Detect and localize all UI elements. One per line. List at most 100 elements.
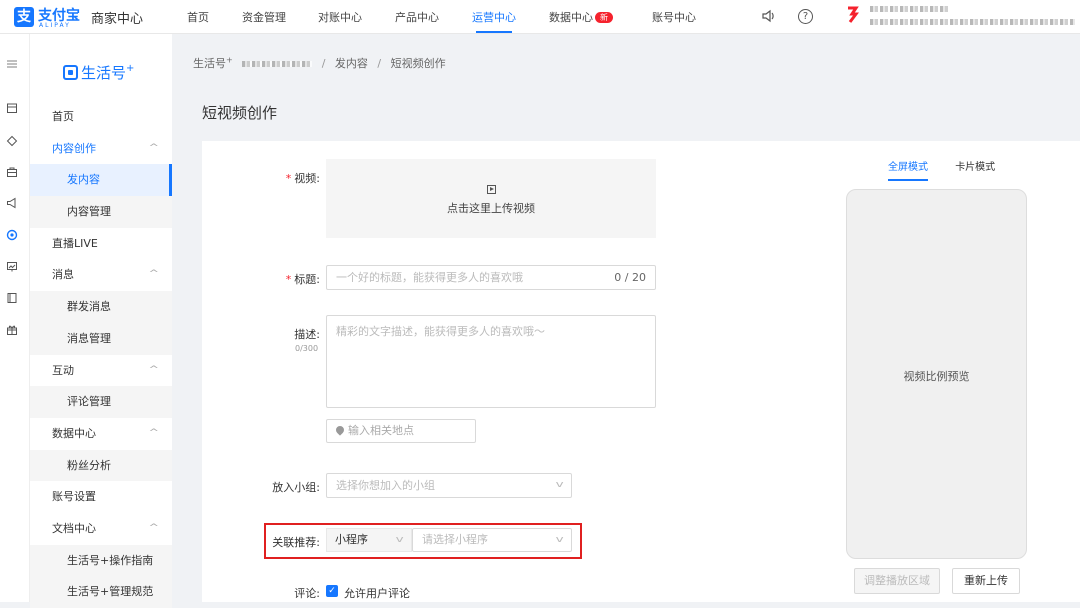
related-type-select[interactable]: 小程序 v	[326, 528, 412, 552]
tag-icon[interactable]	[5, 135, 19, 149]
sidebar-item-data-center[interactable]: 数据中心 ^	[30, 418, 172, 450]
comment-label: 评论:	[294, 587, 320, 600]
sidebar-item-message-management[interactable]: 消息管理	[30, 322, 172, 355]
sidebar-item-rules[interactable]: 生活号+管理规范	[30, 576, 172, 608]
chevron-up-icon: ^	[148, 269, 160, 280]
sidebar-item-fan-analysis[interactable]: 粉丝分析	[30, 449, 172, 482]
sidebar-item-content-management[interactable]: 内容管理	[30, 196, 172, 228]
preview-placeholder: 视频比例预览	[903, 370, 970, 383]
sidebar-item-messages[interactable]: 消息 ^	[30, 259, 172, 291]
nav-reconciliation[interactable]: 对账中心	[318, 9, 362, 25]
chevron-down-icon: v	[555, 535, 564, 545]
phone-preview: 视频比例预览	[846, 189, 1027, 559]
form-card: * 视频: 点击这里上传视频 * 标题: 一个好的标题，能获得更多人的喜欢哦 0 /…	[202, 141, 1080, 602]
chart-screen-icon[interactable]	[5, 261, 19, 275]
title-input[interactable]: 一个好的标题，能获得更多人的喜欢哦 0 / 20	[326, 265, 656, 290]
chevron-up-icon: ^	[148, 364, 160, 375]
desc-label: 描述:	[294, 328, 320, 341]
related-type-value: 小程序	[335, 533, 368, 546]
related-label: 关联推荐:	[272, 536, 320, 549]
merchant-center-title[interactable]: 商家中心	[91, 8, 143, 27]
breadcrumb-publish[interactable]: 发内容	[335, 57, 368, 70]
brand-logo[interactable]: 生活号+	[63, 62, 134, 84]
mini-program-select[interactable]: 请选择小程序 v	[412, 528, 572, 552]
desc-placeholder: 精彩的文字描述，能获得更多人的喜欢哦～	[336, 325, 545, 338]
speaker-icon[interactable]	[760, 8, 778, 26]
page-title: 短视频创作	[202, 104, 278, 122]
breadcrumb-separator: /	[321, 57, 326, 70]
chevron-up-icon: ^	[148, 427, 160, 438]
briefcase-icon[interactable]	[5, 166, 19, 180]
title-label-text: 标题:	[294, 273, 320, 286]
desc-char-counter: 0/300	[295, 344, 319, 353]
breadcrumb-account-redacted	[242, 61, 313, 67]
gift-icon[interactable]	[5, 324, 19, 338]
location-pin-icon	[334, 424, 346, 436]
new-badge: 新	[595, 12, 613, 23]
sidebar-item-comment-management[interactable]: 评论管理	[30, 386, 172, 418]
sidebar-item-label: 数据中心	[52, 426, 96, 440]
sidebar-item-guide[interactable]: 生活号+操作指南	[30, 544, 172, 577]
breadcrumb-current: 短视频创作	[390, 57, 446, 70]
store-icon[interactable]	[5, 102, 19, 116]
title-char-counter: 0 / 20	[614, 271, 646, 284]
nav-account[interactable]: 账号中心	[652, 9, 696, 25]
sidebar-item-publish-content[interactable]: 发内容	[30, 164, 172, 197]
breadcrumb-root-plus: +	[226, 55, 233, 65]
reupload-button[interactable]: 重新上传	[952, 568, 1020, 594]
top-bar: 支 支付宝 ALIPAY 商家中心 首页 资金管理 对账中心 产品中心 运营中心…	[0, 0, 1080, 34]
sidebar-item-broadcast[interactable]: 群发消息	[30, 291, 172, 323]
title-placeholder: 一个好的标题，能获得更多人的喜欢哦	[336, 271, 523, 284]
adjust-play-area-button[interactable]: 调整播放区域	[854, 568, 940, 594]
icon-rail	[0, 34, 30, 602]
sidebar-item-label: 文档中心	[52, 521, 96, 535]
sidebar-item-docs[interactable]: 文档中心 ^	[30, 513, 172, 545]
video-upload-area[interactable]: 点击这里上传视频	[326, 159, 656, 238]
nav-home[interactable]: 首页	[187, 9, 209, 25]
help-icon[interactable]: ?	[798, 9, 813, 24]
video-label-text: 视频:	[294, 172, 320, 185]
brand-name: 生活号	[81, 64, 127, 82]
allow-comment-checkbox[interactable]: ✓	[326, 585, 338, 597]
brand-plus: +	[126, 63, 135, 74]
description-textarea[interactable]: 精彩的文字描述，能获得更多人的喜欢哦～	[326, 315, 656, 408]
sidebar-item-label: 消息	[52, 268, 74, 282]
menu-icon[interactable]	[5, 58, 19, 72]
alipay-logo-subtext: ALIPAY	[39, 22, 71, 29]
alipay-logo-icon[interactable]: 支	[14, 7, 34, 27]
video-play-icon	[486, 185, 496, 194]
account-name-redacted	[870, 6, 950, 12]
breadcrumb-root[interactable]: 生活号	[193, 57, 226, 70]
mini-program-placeholder: 请选择小程序	[422, 533, 488, 546]
required-mark: *	[285, 273, 292, 286]
sidebar-item-label: 内容创作	[52, 141, 96, 155]
sidebar-item-interaction[interactable]: 互动 ^	[30, 355, 172, 387]
nav-active-indicator	[476, 31, 512, 33]
account-id-redacted	[870, 19, 1075, 25]
location-input[interactable]: 输入相关地点	[326, 419, 476, 443]
sidebar-item-home[interactable]: 首页	[30, 101, 172, 133]
group-select[interactable]: 选择你想加入的小组 v	[326, 473, 572, 498]
megaphone-icon[interactable]	[5, 197, 19, 211]
settings-circle-icon[interactable]	[5, 229, 19, 243]
nav-products[interactable]: 产品中心	[395, 9, 439, 25]
sidebar-item-label: 互动	[52, 363, 74, 377]
sidebar-menu: 首页 内容创作 ^ 发内容 内容管理 直播LIVE 消息 ^ 群发消息 消息管理 互…	[30, 101, 172, 608]
life-account-icon	[63, 65, 78, 80]
account-avatar-icon[interactable]	[846, 5, 862, 27]
tab-fullscreen[interactable]: 全屏模式	[888, 158, 928, 181]
nav-funds[interactable]: 资金管理	[242, 9, 286, 25]
video-label: * 视频:	[286, 170, 320, 186]
nav-data-center[interactable]: 数据中心新	[549, 9, 613, 25]
sidebar-item-live[interactable]: 直播LIVE	[30, 228, 172, 260]
book-icon[interactable]	[5, 292, 19, 306]
nav-operations[interactable]: 运营中心	[472, 9, 516, 25]
nav-data-center-label: 数据中心	[549, 11, 593, 24]
sidebar-item-account-settings[interactable]: 账号设置	[30, 481, 172, 513]
chevron-up-icon: ^	[148, 142, 160, 153]
allow-comment-label[interactable]: 允许用户评论	[344, 585, 410, 601]
chevron-down-icon: v	[555, 480, 564, 490]
sidebar-item-content-creation[interactable]: 内容创作 ^	[30, 133, 172, 165]
preview-mode-tabs: 全屏模式 卡片模式	[888, 158, 1019, 181]
tab-card[interactable]: 卡片模式	[955, 158, 995, 173]
